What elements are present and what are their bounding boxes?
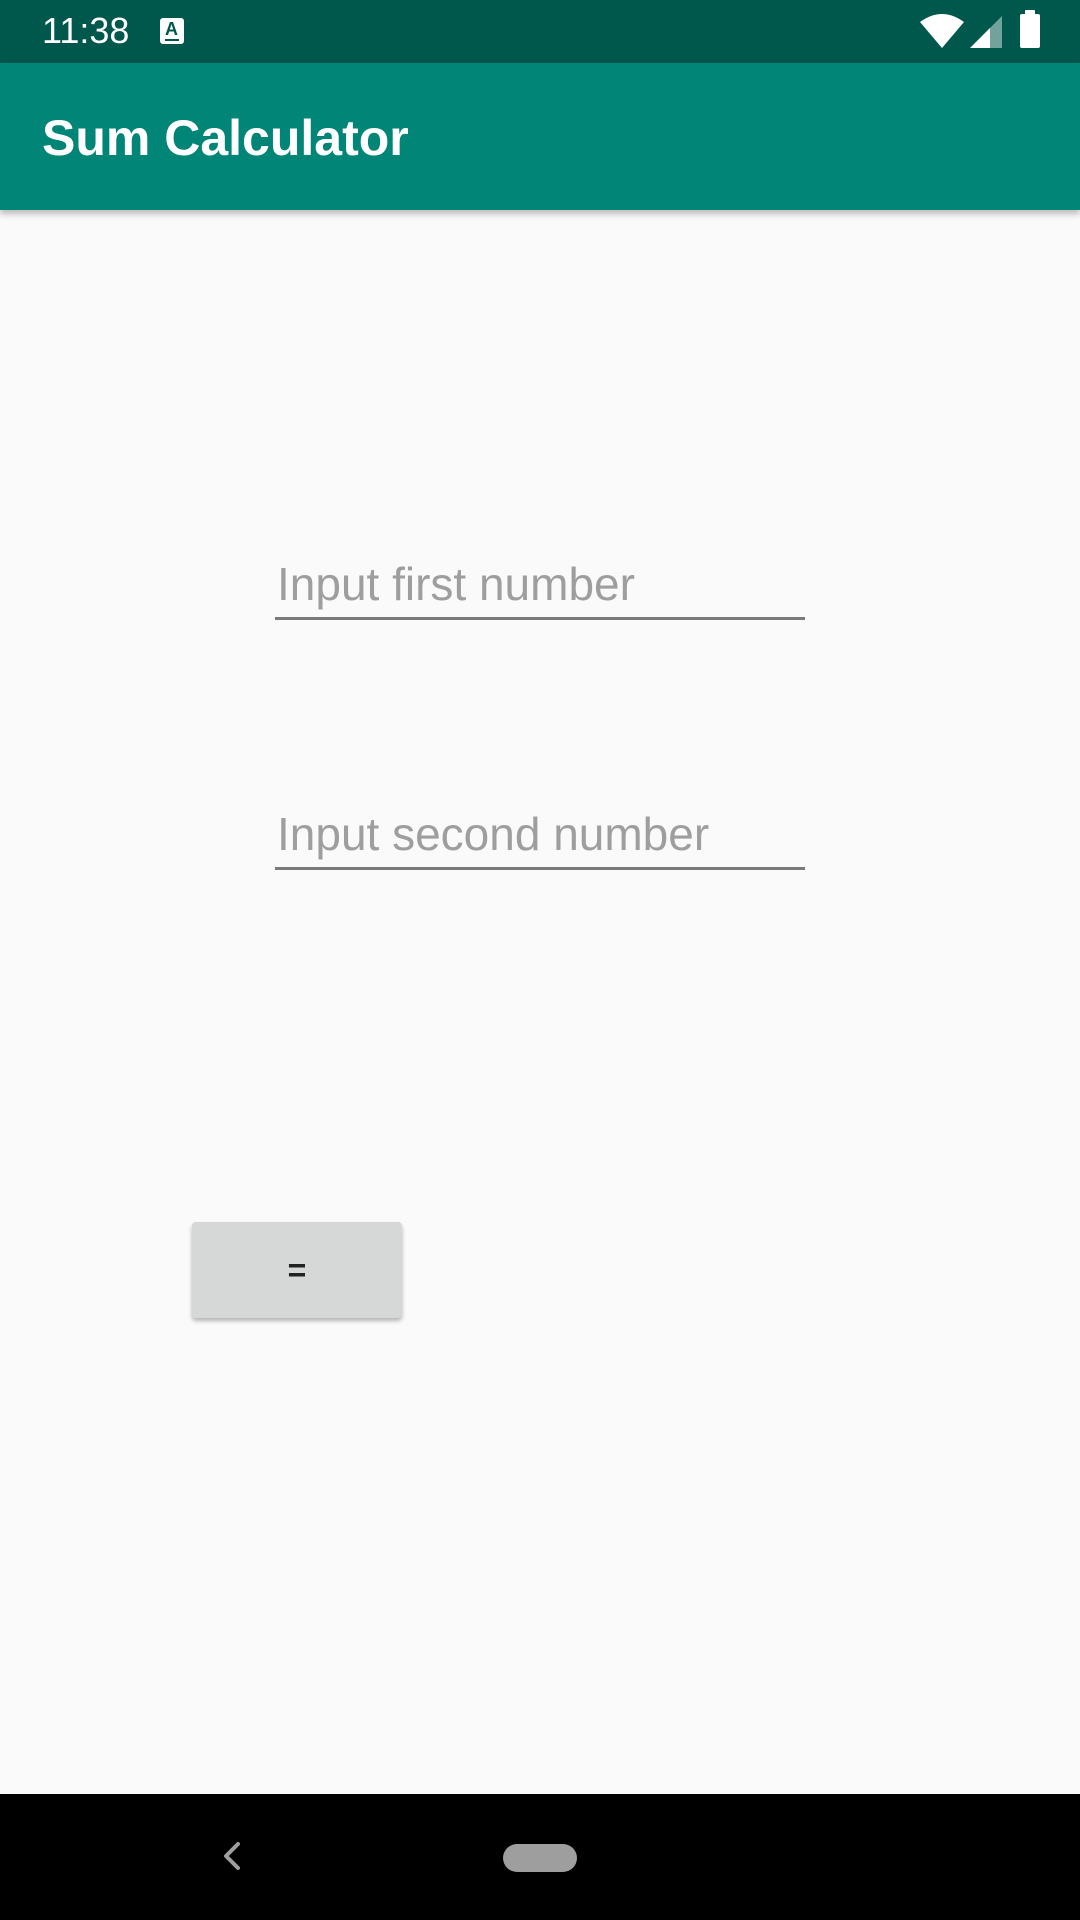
app-bar: Sum Calculator xyxy=(0,63,1080,210)
status-bar: 11:38 xyxy=(0,0,1080,63)
page-title: Sum Calculator xyxy=(42,110,409,166)
main-content: = xyxy=(0,210,1080,1794)
battery-icon xyxy=(1020,10,1040,48)
signal-icon xyxy=(970,16,1002,48)
second-number-field xyxy=(275,800,805,870)
status-time: 11:38 xyxy=(42,10,130,51)
second-number-input[interactable] xyxy=(275,800,805,867)
first-number-field xyxy=(275,550,805,620)
back-icon[interactable] xyxy=(218,1836,248,1876)
home-pill-icon[interactable] xyxy=(503,1844,577,1872)
first-number-input[interactable] xyxy=(275,550,805,617)
app-notification-icon xyxy=(160,18,184,44)
equals-button[interactable]: = xyxy=(192,1222,402,1318)
wifi-icon xyxy=(920,14,964,48)
status-icons xyxy=(920,10,1040,50)
navigation-bar xyxy=(0,1794,1080,1920)
